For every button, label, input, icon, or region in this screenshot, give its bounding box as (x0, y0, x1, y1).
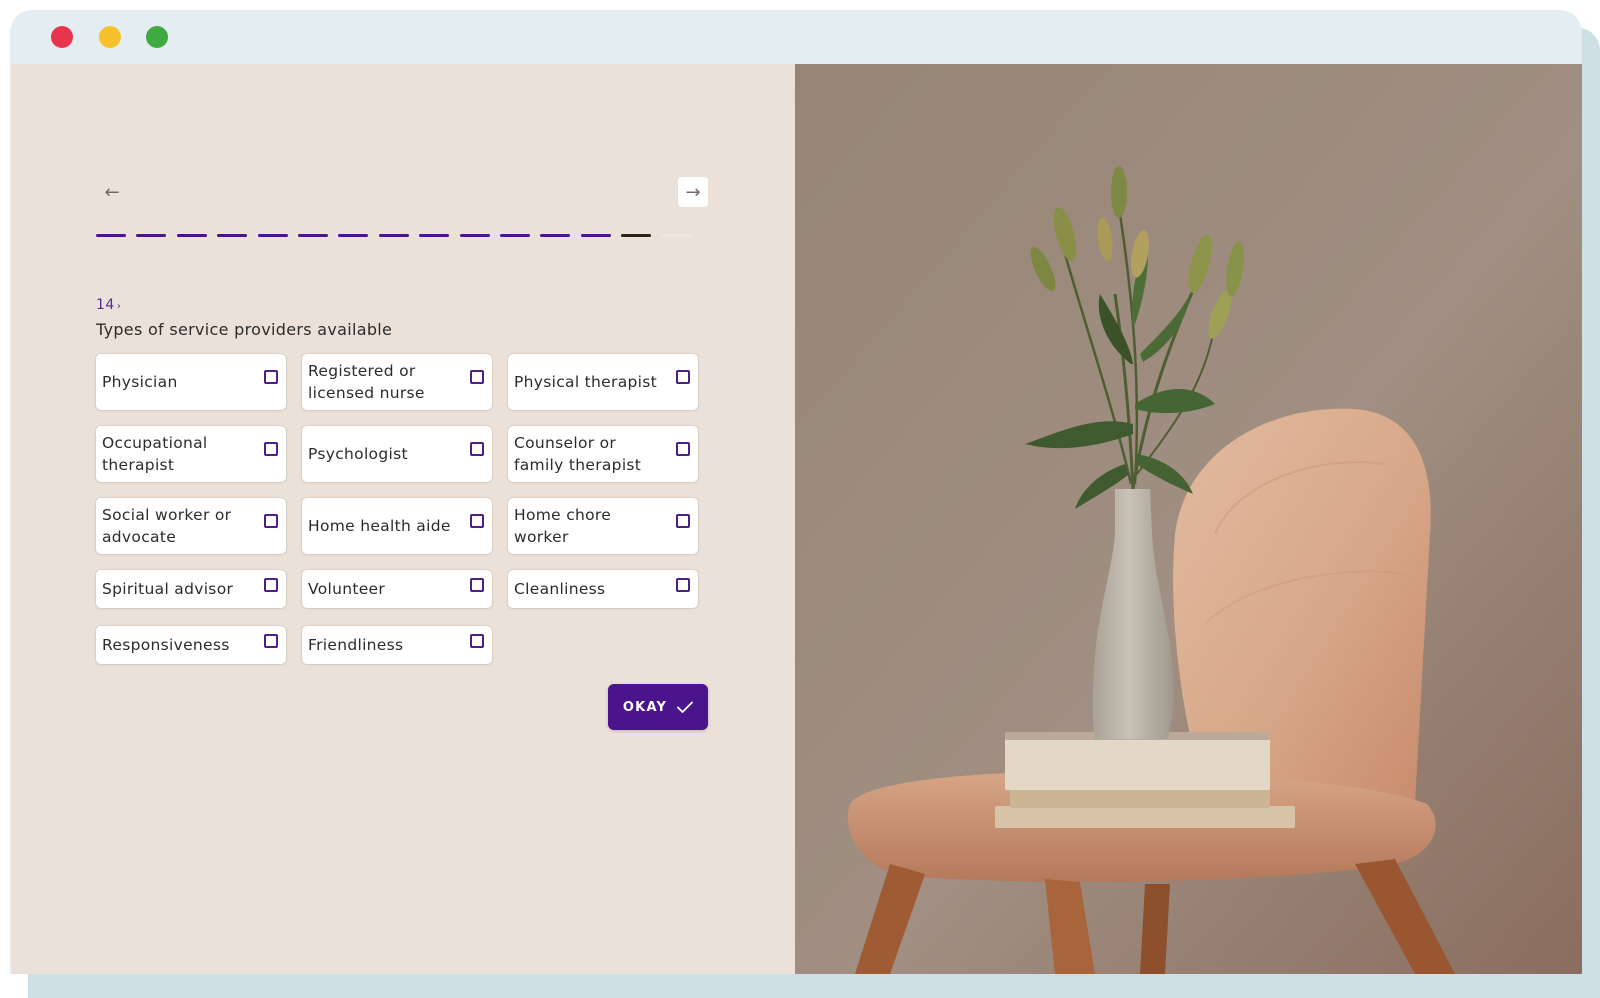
window-content: ← → 14 › Types of service providers avail… (11, 64, 1582, 974)
option-choice[interactable]: Psychologist (302, 426, 492, 482)
checkbox-icon[interactable] (470, 578, 484, 592)
option-label: Cleanliness (514, 580, 606, 598)
check-icon (677, 701, 693, 713)
window-maximize-button[interactable] (146, 26, 168, 48)
question-title: Types of service providers available (96, 320, 393, 339)
window-close-button[interactable] (51, 26, 73, 48)
checkbox-icon[interactable] (470, 634, 484, 648)
checkbox-icon[interactable] (470, 370, 484, 384)
progress-segment (378, 234, 409, 237)
form-pane: ← → 14 › Types of service providers avail… (11, 64, 795, 974)
progress-segment (621, 234, 652, 237)
option-label: Counselor or family therapist (514, 434, 642, 474)
option-label: Occupational therapist (102, 434, 208, 474)
option-label: Physician (102, 373, 178, 391)
window-titlebar (10, 10, 1582, 64)
option-choice[interactable]: Counselor or family therapist (508, 426, 698, 482)
checkbox-icon[interactable] (264, 578, 278, 592)
arrow-left-icon: ← (104, 181, 120, 203)
progress-segment (176, 234, 207, 237)
option-choice[interactable]: Registered or licensed nurse (302, 354, 492, 410)
progress-segment (419, 234, 450, 237)
browser-window: ← → 14 › Types of service providers avail… (10, 10, 1582, 974)
progress-segment (338, 234, 369, 237)
option-choice[interactable]: Physician (96, 354, 286, 410)
option-label: Volunteer (308, 580, 386, 598)
option-label: Responsiveness (102, 636, 230, 654)
progress-segment (500, 234, 530, 237)
checkbox-icon[interactable] (264, 442, 278, 456)
progress-segment (96, 234, 126, 237)
checkbox-icon[interactable] (264, 370, 278, 384)
checkbox-icon[interactable] (470, 442, 484, 456)
arrow-right-icon: → (685, 181, 701, 203)
option-choice[interactable]: Spiritual advisor (96, 570, 286, 608)
option-choice[interactable]: Friendliness (302, 626, 492, 664)
checkbox-icon[interactable] (264, 514, 278, 528)
option-choice[interactable]: Home health aide (302, 498, 492, 554)
progress-segment (540, 234, 571, 237)
question-number: 14 › (96, 297, 122, 313)
checkbox-icon[interactable] (264, 634, 278, 648)
vase-chair-photo (795, 64, 1582, 974)
option-choice[interactable]: Physical therapist (508, 354, 698, 410)
progress-segment (580, 234, 611, 237)
window-minimize-button[interactable] (99, 26, 121, 48)
okay-button-label: OKAY (622, 699, 668, 715)
progress-segment (217, 234, 248, 237)
okay-button[interactable]: OKAY (608, 684, 708, 730)
checkbox-icon[interactable] (676, 514, 690, 528)
hero-photo-pane (795, 64, 1582, 974)
checkbox-icon[interactable] (676, 370, 690, 384)
progress-segment (298, 234, 328, 237)
next-question-button[interactable]: → (678, 177, 708, 207)
option-label: Social worker or advocate (102, 506, 232, 546)
progress-bar (96, 234, 708, 240)
option-label: Psychologist (308, 445, 408, 463)
option-choice[interactable]: Social worker or advocate (96, 498, 286, 554)
option-label: Spiritual advisor (102, 580, 234, 598)
checkbox-icon[interactable] (676, 442, 690, 456)
option-choice[interactable]: Volunteer (302, 570, 492, 608)
option-choice[interactable]: Home chore worker (508, 498, 698, 554)
progress-segment (257, 234, 288, 237)
option-choice[interactable]: Cleanliness (508, 570, 698, 608)
checkbox-icon[interactable] (676, 578, 690, 592)
checkbox-icon[interactable] (470, 514, 484, 528)
option-label: Registered or licensed nurse (308, 362, 425, 402)
progress-segment (661, 234, 692, 237)
option-label: Home chore worker (514, 506, 612, 546)
previous-question-button[interactable]: ← (97, 177, 127, 207)
progress-segment (136, 234, 167, 237)
option-choice[interactable]: Occupational therapist (96, 426, 286, 482)
option-choice[interactable]: Responsiveness (96, 626, 286, 664)
option-label: Friendliness (308, 636, 404, 654)
option-label: Home health aide (308, 517, 451, 535)
progress-segment (459, 234, 490, 237)
option-label: Physical therapist (514, 373, 657, 391)
